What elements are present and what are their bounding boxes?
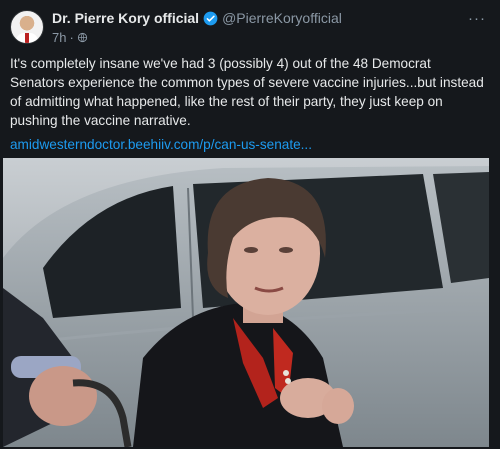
post-card: Dr. Pierre Kory official @PierreKoryoffi… [0,0,500,449]
avatar-tie [25,33,29,43]
author-row: Dr. Pierre Kory official @PierreKoryoffi… [52,10,342,26]
post-link[interactable]: amidwesterndoctor.beehiiv.com/p/can-us-s… [10,137,312,152]
author-handle[interactable]: @PierreKoryofficial [222,10,342,26]
meta-separator: · [69,30,74,45]
post-meta: 7h · [52,30,88,45]
author-display-name[interactable]: Dr. Pierre Kory official [52,10,199,26]
post-image[interactable] [3,158,489,447]
post-text: It's completely insane we've had 3 (poss… [10,56,484,128]
avatar[interactable] [10,10,44,44]
verified-badge-icon [203,11,218,25]
more-options-icon[interactable]: ··· [468,10,486,27]
globe-icon [77,32,87,43]
photo-illustration [3,158,489,447]
post-timestamp[interactable]: 7h [52,30,66,45]
post-header: Dr. Pierre Kory official @PierreKoryoffi… [10,8,490,48]
